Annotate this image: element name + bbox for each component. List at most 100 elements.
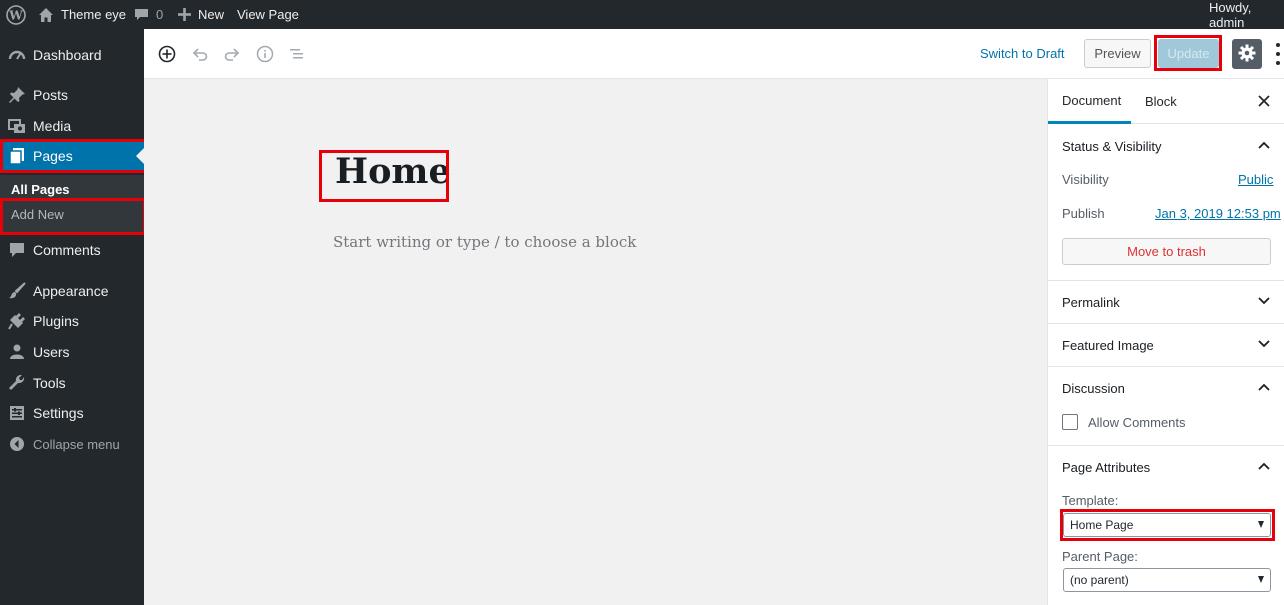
plus-icon bbox=[178, 8, 191, 21]
settings-sidebar: Document Block Status & Visibility Visib… bbox=[1047, 79, 1284, 605]
chevron-up-icon[interactable] bbox=[1256, 137, 1272, 153]
dashboard-icon bbox=[8, 46, 26, 64]
menu-label-media: Media bbox=[33, 118, 72, 134]
dropdown-caret-icon bbox=[1258, 521, 1264, 528]
add-block-icon[interactable] bbox=[157, 44, 177, 64]
allow-comments-label[interactable]: Allow Comments bbox=[1088, 415, 1186, 430]
menu-item-media[interactable]: Media bbox=[0, 111, 144, 141]
menu-item-users[interactable]: Users bbox=[0, 337, 144, 367]
sidebar-tabs: Document Block bbox=[1048, 79, 1284, 124]
undo-icon[interactable] bbox=[190, 44, 210, 64]
collapse-icon bbox=[8, 435, 26, 453]
content-info-icon[interactable] bbox=[255, 44, 275, 64]
menu-item-dashboard[interactable]: Dashboard bbox=[0, 40, 144, 70]
chevron-up-icon[interactable] bbox=[1256, 458, 1272, 474]
menu-label-posts: Posts bbox=[33, 87, 69, 103]
tab-block[interactable]: Block bbox=[1145, 79, 1177, 124]
menu-item-appearance[interactable]: Appearance bbox=[0, 276, 144, 306]
pin-icon bbox=[8, 86, 26, 104]
plug-icon bbox=[8, 312, 26, 330]
site-name-label: Theme eye bbox=[61, 7, 127, 22]
editor-canvas: Home Start writing or type / to choose a… bbox=[144, 79, 1047, 605]
menu-label-comments: Comments bbox=[33, 242, 101, 258]
menu-label-tools: Tools bbox=[33, 375, 66, 391]
publish-label: Publish bbox=[1062, 206, 1105, 221]
allow-comments-checkbox[interactable] bbox=[1062, 414, 1078, 430]
block-navigation-icon[interactable] bbox=[287, 44, 307, 64]
post-title[interactable]: Home bbox=[335, 151, 451, 192]
template-select[interactable]: Home Page bbox=[1063, 513, 1271, 537]
wrench-icon bbox=[8, 374, 26, 392]
svg-text:W: W bbox=[8, 8, 23, 22]
visibility-label: Visibility bbox=[1062, 172, 1109, 187]
editor-header-toolbar: Switch to Draft Preview Update bbox=[144, 29, 1284, 79]
comment-bubble-icon bbox=[134, 7, 149, 22]
publish-date-link[interactable]: Jan 3, 2019 12:53 pm bbox=[1155, 206, 1281, 221]
comment-icon bbox=[8, 241, 26, 259]
section-divider bbox=[1048, 445, 1284, 446]
new-content-link[interactable]: New bbox=[178, 0, 224, 29]
more-tools-icon[interactable] bbox=[1272, 43, 1284, 65]
menu-item-comments[interactable]: Comments bbox=[0, 235, 144, 265]
switch-to-draft-button[interactable]: Switch to Draft bbox=[980, 46, 1065, 61]
move-to-trash-button[interactable]: Move to trash bbox=[1062, 238, 1271, 265]
block-placeholder[interactable]: Start writing or type / to choose a bloc… bbox=[333, 233, 636, 251]
media-icon bbox=[8, 117, 26, 135]
pages-icon bbox=[8, 147, 26, 165]
menu-item-tools[interactable]: Tools bbox=[0, 368, 144, 398]
template-label: Template: bbox=[1062, 493, 1119, 508]
preview-button[interactable]: Preview bbox=[1084, 39, 1151, 68]
submenu-add-new[interactable]: Add New bbox=[11, 207, 64, 222]
user-icon bbox=[8, 343, 26, 361]
menu-item-settings[interactable]: Settings bbox=[0, 398, 144, 428]
status-visibility-title[interactable]: Status & Visibility bbox=[1062, 139, 1161, 154]
menu-item-posts[interactable]: Posts bbox=[0, 80, 144, 110]
discussion-title[interactable]: Discussion bbox=[1062, 381, 1125, 396]
menu-item-collapse[interactable]: Collapse menu bbox=[0, 429, 144, 459]
submenu-all-pages[interactable]: All Pages bbox=[11, 182, 70, 197]
menu-label-settings: Settings bbox=[33, 405, 84, 421]
comments-count: 0 bbox=[156, 7, 164, 22]
chevron-down-icon[interactable] bbox=[1256, 336, 1272, 352]
menu-label-users: Users bbox=[33, 344, 70, 360]
parent-page-select[interactable]: (no parent) bbox=[1063, 568, 1271, 592]
pages-submenu: All Pages Add New bbox=[0, 175, 144, 235]
visibility-value-link[interactable]: Public bbox=[1238, 172, 1273, 187]
page-attributes-title[interactable]: Page Attributes bbox=[1062, 460, 1150, 475]
wordpress-logo-icon[interactable]: W bbox=[6, 0, 26, 29]
menu-label-appearance: Appearance bbox=[33, 283, 109, 299]
parent-page-label: Parent Page: bbox=[1062, 549, 1138, 564]
menu-label-dashboard: Dashboard bbox=[33, 47, 102, 63]
settings-toggle-button[interactable] bbox=[1232, 39, 1262, 69]
section-divider bbox=[1048, 366, 1284, 367]
chevron-up-icon[interactable] bbox=[1256, 379, 1272, 395]
menu-label-collapse: Collapse menu bbox=[33, 436, 120, 452]
chevron-down-icon[interactable] bbox=[1256, 293, 1272, 309]
section-divider bbox=[1048, 323, 1284, 324]
dropdown-caret-icon bbox=[1258, 576, 1264, 583]
gear-icon bbox=[1238, 44, 1256, 65]
view-page-link[interactable]: View Page bbox=[237, 0, 299, 29]
admin-menu: Dashboard Posts Media Pages All Pages Ad… bbox=[0, 29, 147, 605]
redo-icon[interactable] bbox=[222, 44, 242, 64]
home-icon bbox=[38, 7, 54, 23]
menu-label-plugins: Plugins bbox=[33, 313, 79, 329]
menu-label-pages: Pages bbox=[33, 148, 73, 164]
howdy-account-link[interactable]: Howdy, admin bbox=[1209, 0, 1284, 30]
section-divider bbox=[1048, 280, 1284, 281]
admin-bar: W Theme eye 0 New View Page Howdy, admin bbox=[0, 0, 1284, 30]
site-name-link[interactable]: Theme eye bbox=[38, 0, 126, 29]
permalink-title[interactable]: Permalink bbox=[1062, 295, 1120, 310]
settings-icon bbox=[8, 404, 26, 422]
update-button[interactable]: Update bbox=[1158, 39, 1219, 68]
menu-item-plugins[interactable]: Plugins bbox=[0, 306, 144, 336]
menu-item-pages[interactable]: Pages bbox=[0, 141, 144, 171]
brush-icon bbox=[8, 282, 26, 300]
parent-page-select-value: (no parent) bbox=[1070, 573, 1129, 587]
close-icon[interactable] bbox=[1256, 93, 1272, 109]
featured-image-title[interactable]: Featured Image bbox=[1062, 338, 1154, 353]
tab-document[interactable]: Document bbox=[1048, 79, 1131, 124]
new-label: New bbox=[198, 7, 225, 22]
comments-link[interactable]: 0 bbox=[134, 0, 163, 29]
template-select-value: Home Page bbox=[1070, 518, 1134, 532]
